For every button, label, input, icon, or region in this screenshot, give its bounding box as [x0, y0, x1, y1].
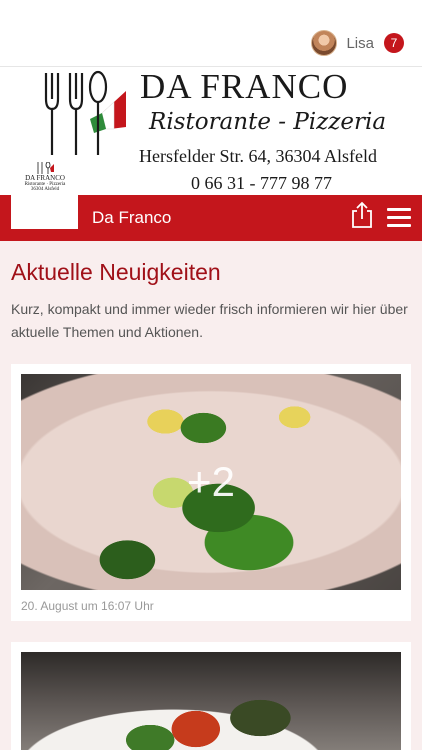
- restaurant-subtitle: Ristorante - Pizzeria: [149, 109, 387, 135]
- mini-cutlery-icon: [37, 162, 54, 174]
- share-icon[interactable]: [350, 201, 374, 229]
- top-bar: Lisa 7: [0, 0, 422, 67]
- post-image[interactable]: +2: [21, 374, 401, 590]
- more-images-count[interactable]: +2: [21, 374, 401, 590]
- restaurant-phone: 0 66 31 - 777 98 77: [191, 173, 332, 193]
- user-profile[interactable]: Lisa 7: [311, 30, 404, 56]
- post-date: 20. August um 16:07 Uhr: [21, 599, 154, 613]
- restaurant-name: DA FRANCO: [140, 67, 349, 106]
- avatar[interactable]: [311, 30, 338, 56]
- hamburger-menu-icon[interactable]: [387, 208, 411, 228]
- mini-logo-city: 36304 Alsfeld: [30, 187, 60, 192]
- restaurant-banner: DA FRANCO Ristorante - Pizzeria Hersfeld…: [0, 67, 422, 195]
- cutlery-logo-icon: [44, 70, 126, 155]
- post-image[interactable]: [21, 652, 401, 750]
- news-post[interactable]: [11, 642, 411, 750]
- restaurant-address: Hersfelder Str. 64, 36304 Alsfeld: [139, 146, 377, 166]
- user-name[interactable]: Lisa: [346, 35, 374, 52]
- page-title: Aktuelle Neuigkeiten: [11, 259, 221, 285]
- nav-logo-box[interactable]: [11, 195, 78, 229]
- notification-badge[interactable]: 7: [384, 33, 404, 53]
- news-post[interactable]: +2 20. August um 16:07 Uhr: [11, 364, 411, 621]
- mini-logo: DA FRANCO Ristorante · Pizzeria 36304 Al…: [11, 162, 79, 195]
- mini-logo-title: DA FRANCO: [25, 174, 65, 182]
- nav-bar: Da Franco: [0, 195, 422, 241]
- page-description: Kurz, kompakt und immer wieder frisch in…: [11, 301, 408, 340]
- nav-title: Da Franco: [92, 208, 172, 227]
